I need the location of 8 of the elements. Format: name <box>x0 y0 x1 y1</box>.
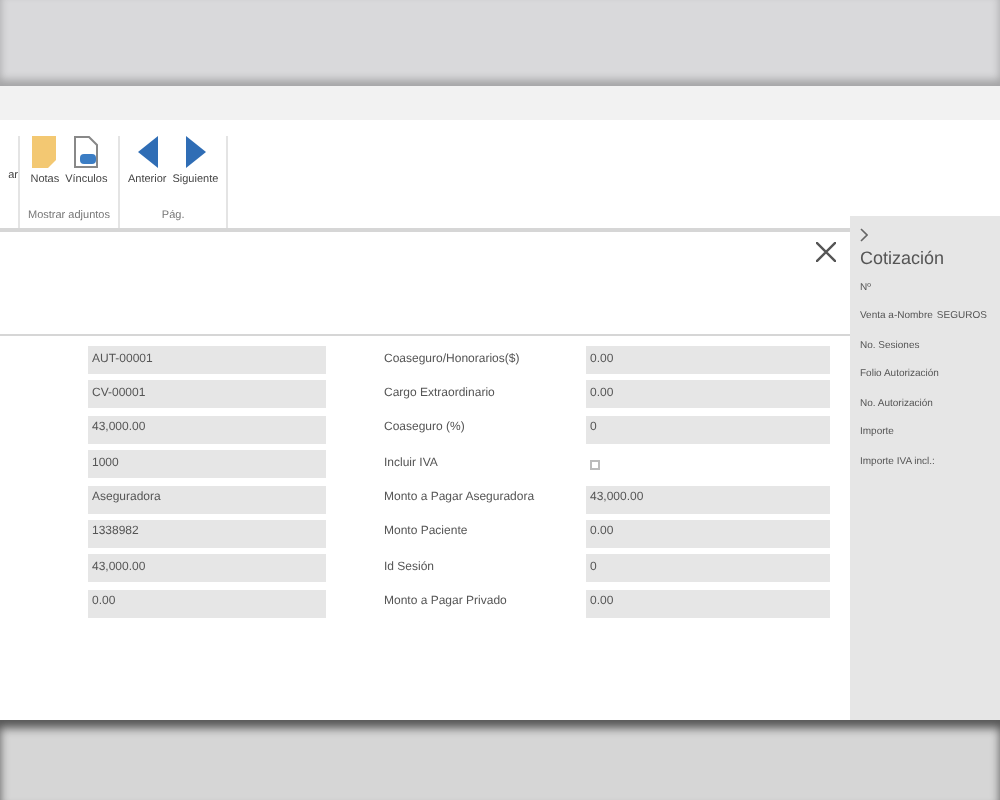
panel-title: Cotización <box>860 246 947 272</box>
chevron-right-icon[interactable] <box>860 228 868 242</box>
right-arrow-icon <box>185 136 206 168</box>
left-arrow-icon <box>137 136 158 168</box>
note-icon <box>32 136 57 168</box>
document-link-icon <box>74 136 99 168</box>
checkbox[interactable] <box>590 459 600 470</box>
close-icon[interactable] <box>816 242 836 262</box>
